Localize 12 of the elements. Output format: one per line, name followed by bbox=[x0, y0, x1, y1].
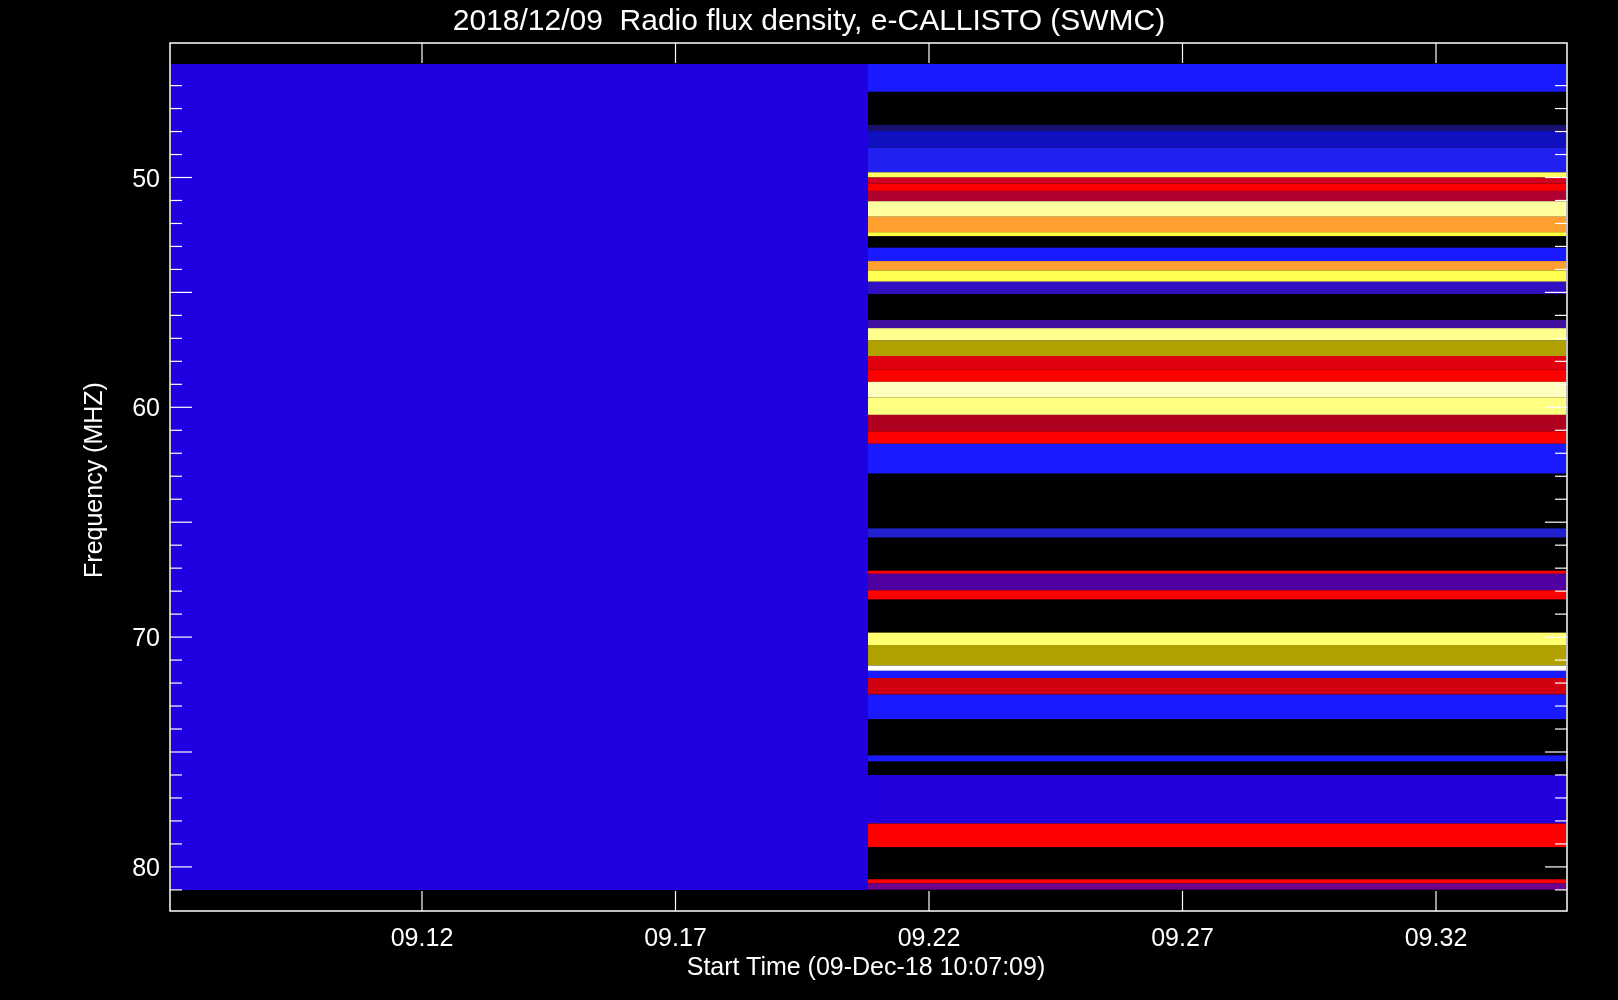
x-tick-label: 09.32 bbox=[1404, 923, 1468, 951]
x-tick-label: 09.12 bbox=[390, 923, 454, 951]
y-tick-label: 80 bbox=[132, 852, 160, 881]
y-axis-label: Frequency (MHZ) bbox=[79, 382, 107, 578]
y-tick-label: 50 bbox=[132, 163, 160, 192]
plot-title: 2018/12/09 Radio flux density, e-CALLISTO (SWMC) bbox=[452, 3, 1166, 36]
x-tick-label: 09.27 bbox=[1151, 923, 1214, 951]
x-axis-label: Start Time (09-Dec-18 10:07:09) bbox=[686, 952, 1046, 980]
x-tick-label: 09.17 bbox=[644, 923, 707, 951]
x-tick-label: 09.22 bbox=[897, 923, 961, 951]
y-tick-label: 60 bbox=[132, 393, 160, 422]
y-tick-label: 70 bbox=[132, 623, 160, 652]
